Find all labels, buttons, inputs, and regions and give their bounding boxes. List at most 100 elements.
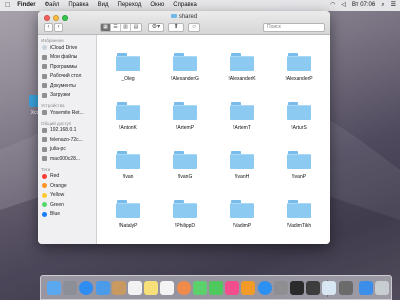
calendar-icon[interactable]	[128, 281, 142, 295]
safari-icon[interactable]	[79, 281, 94, 295]
folder-item[interactable]: !Ivan	[108, 151, 148, 180]
system-preferences-icon[interactable]	[273, 281, 288, 295]
folder-label: !VadimTikh	[286, 223, 312, 229]
menu-edit[interactable]: Правка	[68, 0, 88, 11]
sidebar-item-label: Документы	[50, 82, 76, 89]
sidebar-item-label: Blue	[50, 211, 61, 218]
launchpad-icon[interactable]	[63, 281, 78, 295]
folder-item[interactable]: !AlexanderG	[165, 53, 205, 82]
sidebar-item-tag-blue[interactable]: Blue	[38, 210, 96, 220]
sidebar-header-tags: Теги	[41, 166, 51, 172]
sidebar-item-tag-green[interactable]: Green	[38, 200, 96, 210]
trash-icon[interactable]	[375, 281, 389, 295]
menu-app-finder[interactable]: Finder	[17, 0, 35, 11]
back-button[interactable]: ‹	[44, 23, 53, 32]
tag-green-icon	[42, 202, 47, 208]
sidebar-item-applications[interactable]: Программы	[38, 62, 96, 72]
forward-button[interactable]: ›	[54, 23, 63, 32]
folder-item[interactable]: !IvanP	[279, 151, 319, 180]
search-input[interactable]: Поиск	[263, 23, 325, 32]
sidebar-item-shared-4[interactable]: mac000c28...	[38, 154, 96, 164]
menu-help[interactable]: Справка	[173, 0, 197, 11]
sidebar-item-my-files[interactable]: Мои файлы	[38, 53, 96, 63]
title-bar[interactable]: shared ‹ › ▦ ☰ ▥ ▤ ⚙▾ ⬆ ○ Поиск	[38, 11, 330, 35]
sidebar-item-shared-1[interactable]: 192.168.0.1	[38, 126, 96, 136]
sidebar-item-tag-red[interactable]: Red	[38, 172, 96, 182]
sidebar-item-tag-yellow[interactable]: Yellow	[38, 191, 96, 201]
ibooks-icon[interactable]	[241, 281, 256, 295]
folder-item[interactable]: !ArturS	[279, 102, 319, 131]
sidebar-item-shared-3[interactable]: julia-pc	[38, 145, 96, 155]
folder-label: !AlexanderK	[228, 76, 256, 82]
sidebar-item-disk[interactable]: Yosemite Ret...	[38, 108, 96, 118]
folder-item[interactable]: !IvanG	[165, 151, 205, 180]
icon-view-button[interactable]: ▦	[101, 24, 111, 31]
computer-icon	[42, 146, 47, 152]
folder-item[interactable]: !PhilippD	[165, 200, 205, 229]
window-title: shared	[38, 14, 330, 20]
sidebar-item-label: Red	[50, 173, 60, 180]
sidebar-item-documents[interactable]: Документы	[38, 81, 96, 91]
action-button[interactable]: ⬆	[168, 23, 184, 32]
wifi-icon[interactable]: ◠	[330, 0, 335, 11]
folder-icon	[230, 102, 254, 120]
mail-icon[interactable]	[95, 281, 110, 295]
app-icon[interactable]	[338, 281, 353, 295]
appstore-icon[interactable]	[257, 281, 272, 295]
menu-go[interactable]: Переход	[118, 0, 142, 11]
folder-icon	[173, 53, 197, 71]
sidebar-item-shared-2[interactable]: felenazo-72c...	[38, 135, 96, 145]
finder-icon[interactable]	[47, 281, 61, 295]
menu-extras: ◠ ◁ Вт 07:06 ⌕ ☰	[324, 0, 396, 11]
folder-item[interactable]: !AntonK	[108, 102, 148, 131]
sidebar-item-desktop[interactable]: Рабочий стол	[38, 72, 96, 82]
facetime-icon[interactable]	[209, 281, 223, 295]
reminders-icon[interactable]	[160, 281, 175, 295]
folder-icon	[116, 151, 140, 169]
activity-monitor-icon[interactable]	[306, 281, 321, 295]
notes-icon[interactable]	[144, 281, 159, 295]
sidebar-item-label: Программы	[50, 63, 78, 70]
volume-icon[interactable]: ◁	[341, 0, 346, 11]
folder-item[interactable]: !VadimP	[222, 200, 262, 229]
itunes-icon[interactable]	[225, 281, 240, 295]
list-view-button[interactable]: ☰	[111, 24, 121, 31]
menu-window[interactable]: Окно	[150, 0, 164, 11]
preview-icon[interactable]	[322, 281, 337, 295]
clock[interactable]: Вт 07:06	[352, 0, 375, 11]
messages-icon[interactable]	[192, 281, 207, 295]
menu-view[interactable]: Вид	[98, 0, 109, 11]
computer-icon	[42, 127, 47, 133]
column-view-button[interactable]: ▥	[121, 24, 131, 31]
tags-button[interactable]: ○	[188, 23, 200, 32]
apple-icon[interactable]: 	[5, 0, 10, 11]
folder-item[interactable]: _Oleg	[108, 53, 148, 82]
arrange-button[interactable]: ⚙▾	[148, 23, 164, 32]
tag-red-icon	[42, 173, 47, 179]
sidebar-item-downloads[interactable]: Загрузки	[38, 91, 96, 101]
sidebar-item-icloud[interactable]: iCloud Drive	[38, 43, 96, 53]
folder-label: !IvanH	[234, 174, 250, 180]
cover-flow-button[interactable]: ▤	[131, 24, 141, 31]
folder-item[interactable]: !ArtemT	[222, 102, 262, 131]
sidebar-item-label: Yosemite Ret...	[50, 109, 84, 116]
folder-icon	[173, 200, 197, 218]
tag-orange-icon	[42, 183, 47, 189]
computer-icon	[42, 156, 47, 162]
downloads-icon[interactable]	[358, 281, 373, 295]
folder-item[interactable]: !IvanH	[222, 151, 262, 180]
folder-item[interactable]: !AlexanderP	[279, 53, 319, 82]
folder-item[interactable]: !ArtemP	[165, 102, 205, 131]
sidebar-item-tag-orange[interactable]: Orange	[38, 181, 96, 191]
terminal-icon[interactable]	[290, 281, 304, 295]
menu-bar:  Finder Файл Правка Вид Переход Окно Сп…	[0, 0, 400, 11]
folder-item[interactable]: !AlexanderK	[222, 53, 262, 82]
menu-file[interactable]: Файл	[45, 0, 60, 11]
contacts-icon[interactable]	[111, 281, 126, 295]
photos-icon[interactable]	[176, 281, 191, 295]
all-files-icon	[42, 54, 47, 60]
search-icon[interactable]: ⌕	[381, 0, 384, 11]
folder-item[interactable]: !VadimTikh	[279, 200, 319, 229]
folder-item[interactable]: !NatalyP	[108, 200, 148, 229]
list-icon[interactable]: ☰	[391, 0, 396, 11]
